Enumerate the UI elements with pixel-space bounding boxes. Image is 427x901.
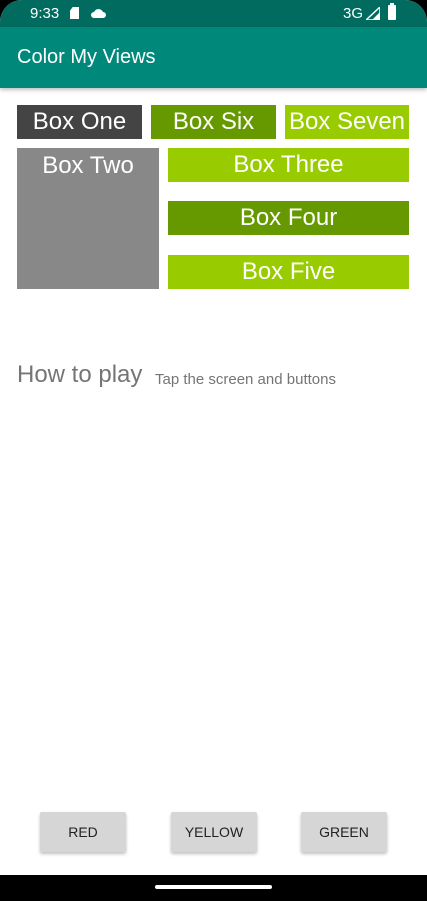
network-type: 3G <box>343 5 364 22</box>
box-four[interactable]: Box Four <box>168 201 409 235</box>
box-seven[interactable]: Box Seven <box>285 105 409 139</box>
green-button[interactable]: GREEN <box>301 812 387 852</box>
how-to-play-label: How to play <box>17 361 143 388</box>
app-title: Color My Views <box>17 46 156 68</box>
signal-icon <box>366 7 380 20</box>
navigation-bar <box>0 875 427 901</box>
how-to-play-text: Tap the screen and buttons <box>155 371 336 388</box>
box-six[interactable]: Box Six <box>151 105 276 139</box>
box-one[interactable]: Box One <box>17 105 142 139</box>
box-two[interactable]: Box Two <box>17 148 159 289</box>
box-five[interactable]: Box Five <box>168 255 409 289</box>
battery-icon <box>388 3 396 20</box>
red-button[interactable]: RED <box>40 812 126 852</box>
box-three[interactable]: Box Three <box>168 148 409 182</box>
status-time: 9:33 <box>30 5 60 22</box>
sd-card-icon <box>70 7 79 19</box>
status-bar: 9:33 3G <box>0 0 427 27</box>
home-handle[interactable] <box>155 885 272 889</box>
app-bar: Color My Views <box>0 27 427 88</box>
phone-screen: 9:33 3G Color My Views Box One Box Six B… <box>0 0 427 901</box>
cloud-icon <box>91 9 106 18</box>
yellow-button[interactable]: YELLOW <box>171 812 257 852</box>
